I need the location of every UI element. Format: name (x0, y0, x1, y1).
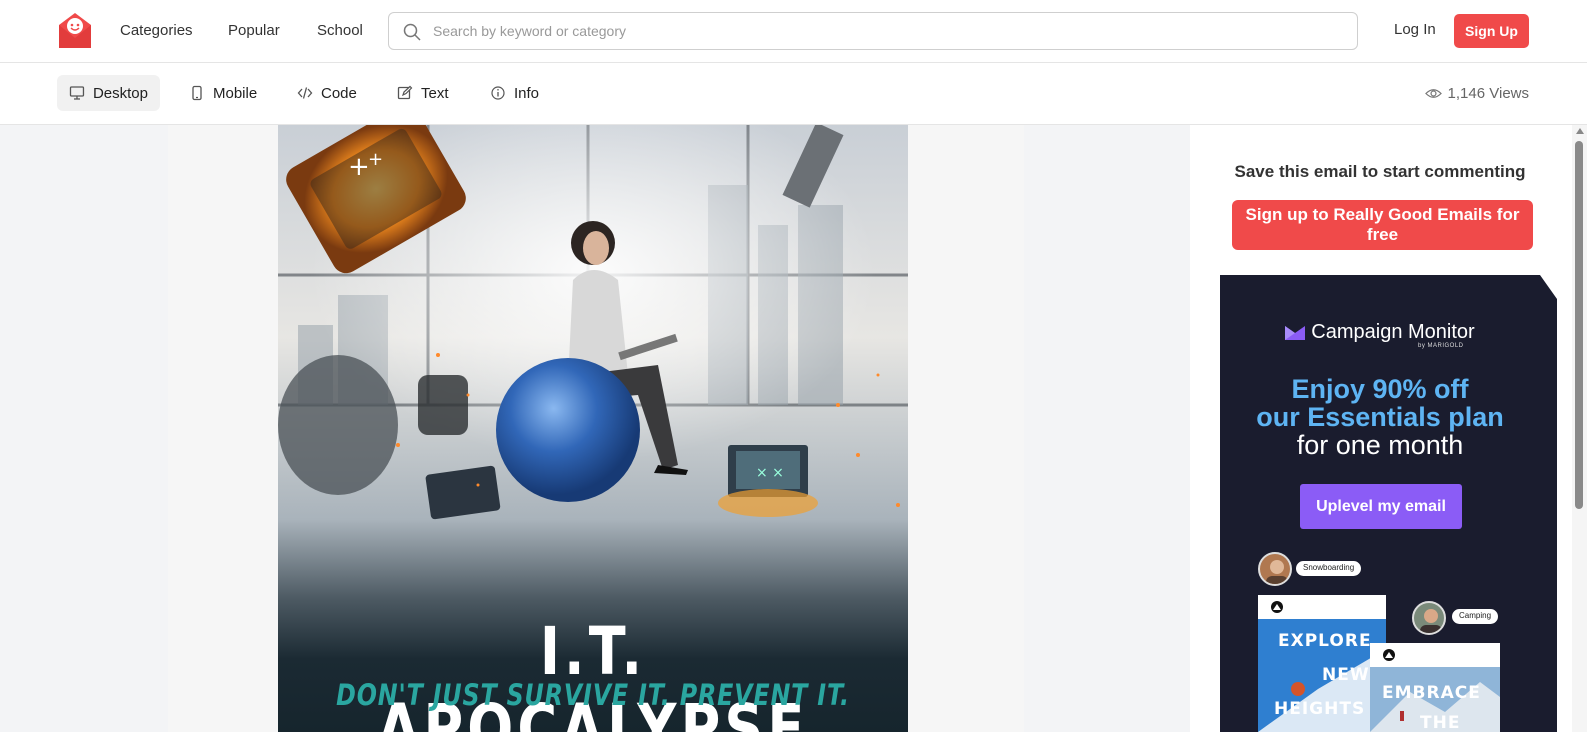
person-avatar-icon (1266, 560, 1288, 584)
scrollbar[interactable] (1572, 125, 1587, 732)
login-link[interactable]: Log In (1394, 21, 1436, 38)
tab-desktop[interactable]: Desktop (57, 75, 160, 111)
card-title-1: EMBRACE (1382, 683, 1481, 703)
card-title-3: HEIGHTS (1274, 699, 1366, 719)
tag-snowboarding: Snowboarding (1296, 561, 1362, 576)
ad-headline-1: Enjoy 90% off (1291, 374, 1469, 404)
svg-text:+: + (348, 152, 370, 182)
preview-card-embrace: EMBRACE THE (1370, 643, 1500, 732)
top-nav: Categories Popular School Log In Sign Up (0, 0, 1587, 63)
tab-label: Text (421, 84, 449, 102)
svg-text:× ×: × × (756, 465, 784, 481)
card-header (1258, 595, 1386, 619)
card-title-2: NEW (1322, 665, 1370, 685)
avatar (1412, 601, 1446, 635)
code-icon (297, 87, 313, 99)
email-hero-image: + + × × I.T. APOCALYPSE DON'T JUST SURVI… (278, 125, 908, 732)
ad-brand: Campaign Monitor by MARIGOLD (1220, 321, 1540, 349)
card-title-1: EXPLORE (1278, 631, 1372, 651)
scroll-up-arrow-icon[interactable] (1576, 128, 1584, 134)
monitor-icon (69, 86, 85, 100)
ad-banner[interactable]: Campaign Monitor by MARIGOLD Enjoy 90% o… (1220, 275, 1557, 732)
ad-headline-2: our Essentials plan (1256, 402, 1504, 432)
comment-heading: Save this email to start commenting (1234, 162, 1526, 181)
tab-text[interactable]: Text (385, 75, 461, 111)
info-icon (491, 86, 505, 100)
view-count: 1,146 Views (1424, 85, 1529, 102)
phone-icon (192, 85, 202, 101)
ad-cta-button[interactable]: Uplevel my email (1300, 484, 1462, 529)
nav-popular[interactable]: Popular (228, 22, 280, 39)
card-title-2: THE (1420, 713, 1461, 732)
tab-mobile[interactable]: Mobile (177, 75, 269, 111)
mountain-logo-icon (1271, 601, 1283, 613)
tab-info[interactable]: Info (478, 75, 551, 111)
signup-button[interactable]: Sign Up (1454, 14, 1529, 48)
edit-icon (397, 85, 413, 100)
sidebar: Save this email to start commenting Sign… (1190, 125, 1587, 732)
search-bar (388, 12, 1358, 50)
mountain-logo-icon (1383, 649, 1395, 661)
email-subtitle: DON'T JUST SURVIVE IT. PREVENT IT. (336, 678, 850, 712)
tab-code[interactable]: Code (285, 75, 369, 111)
email-preview-area: + + × × I.T. APOCALYPSE DON'T JUST SURVI… (0, 125, 1190, 732)
tab-label: Mobile (213, 84, 258, 102)
avatar (1258, 552, 1292, 586)
tab-label: Info (514, 84, 540, 102)
svg-text:+: + (368, 149, 383, 170)
search-input[interactable] (433, 19, 1333, 43)
preview-card-explore: EXPLORE NEW HEIGHTS (1258, 595, 1386, 732)
ad-corner (1540, 275, 1557, 299)
ad-brand-by: by MARIGOLD (1418, 343, 1464, 349)
views-label: 1,146 Views (1447, 85, 1529, 102)
ad-headline-3: for one month (1296, 430, 1464, 460)
ad-headline: Enjoy 90% off our Essentials plan for on… (1220, 375, 1540, 459)
campaign-monitor-logo-icon (1285, 325, 1306, 340)
eye-icon (1424, 89, 1442, 98)
card-header (1370, 643, 1500, 667)
tag-camping: Camping (1452, 609, 1499, 624)
scroll-thumb[interactable] (1575, 141, 1583, 509)
person-avatar-icon (1420, 609, 1442, 633)
view-toolbar: Desktop Mobile Code Text Info 1,146 View… (0, 63, 1587, 125)
signup-free-button[interactable]: Sign up to Really Good Emails for free (1232, 200, 1533, 250)
search-icon (403, 23, 421, 41)
email-title: I.T. APOCALYPSE (377, 613, 809, 732)
tab-label: Code (321, 84, 357, 102)
tab-label: Desktop (92, 84, 148, 102)
nav-categories[interactable]: Categories (120, 22, 193, 39)
ad-brand-name: Campaign Monitor (1311, 321, 1475, 343)
logo-icon[interactable] (56, 12, 94, 50)
nav-school[interactable]: School (317, 22, 363, 39)
